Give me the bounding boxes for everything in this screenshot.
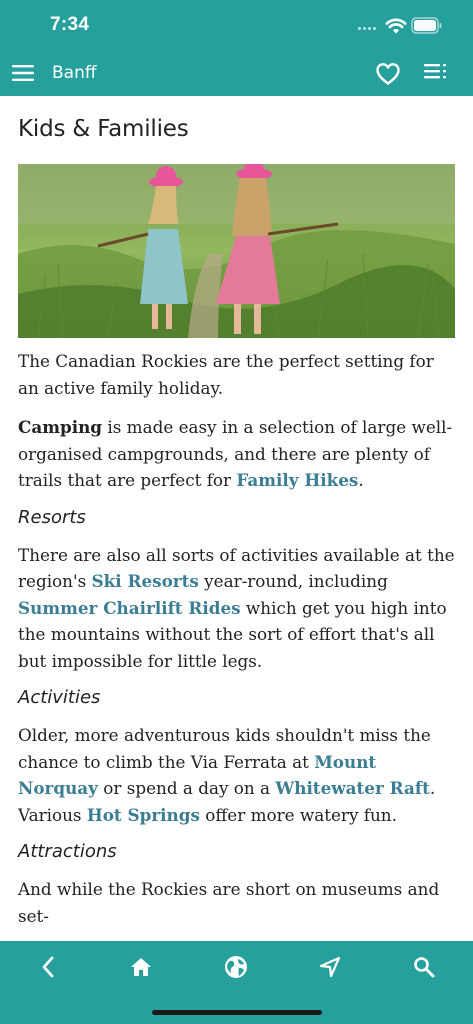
table-of-contents-button[interactable]: [424, 62, 452, 86]
resorts-heading: Resorts: [18, 506, 86, 528]
back-button[interactable]: [33, 952, 63, 982]
globe-icon: [225, 956, 247, 978]
list-icon: [424, 64, 446, 79]
cellular-signal-icon: [358, 27, 380, 33]
home-button[interactable]: [126, 952, 156, 982]
camping-paragraph: Camping is made easy in a selection of l…: [18, 414, 458, 494]
hero-image: [18, 164, 455, 338]
summer-chairlift-rides-link[interactable]: Summer Chairlift Rides: [18, 598, 241, 618]
nav-title: Banff: [52, 63, 97, 83]
favorite-button[interactable]: [374, 60, 402, 88]
hamburger-icon: [12, 65, 34, 81]
status-time: 7:34: [50, 14, 90, 35]
activities-paragraph: Older, more adventurous kids shouldn't m…: [18, 722, 458, 828]
battery-icon: [411, 17, 442, 34]
article-content[interactable]: Kids & Families The Canadian Rockies are…: [0, 96, 473, 941]
attractions-heading: Attractions: [18, 841, 117, 862]
menu-button[interactable]: [10, 60, 36, 86]
back-icon: [42, 956, 54, 978]
search-button[interactable]: [409, 952, 439, 982]
activities-heading: Activities: [18, 687, 101, 708]
map-button[interactable]: [221, 952, 251, 982]
navigate-icon: [319, 956, 341, 978]
page-title: Kids & Families: [18, 116, 189, 142]
search-icon: [414, 957, 435, 978]
camping-text-end: .: [358, 470, 364, 490]
wifi-icon: [385, 18, 407, 34]
top-bar: 7:34 Banff: [0, 0, 473, 96]
home-icon: [131, 958, 151, 976]
status-bar: 7:34: [0, 0, 473, 50]
home-indicator: [152, 1010, 322, 1015]
hot-springs-link[interactable]: Hot Springs: [87, 805, 200, 825]
attractions-paragraph: And while the Rockies are short on museu…: [18, 879, 440, 926]
nav-bar: Banff: [0, 50, 473, 96]
resorts-text-2: year-round, including: [198, 571, 388, 591]
whitewater-raft-link[interactable]: Whitewater Raft: [275, 778, 429, 798]
resorts-paragraph: There are also all sorts of activities a…: [18, 542, 458, 675]
ski-resorts-link[interactable]: Ski Resorts: [92, 571, 199, 591]
activities-text-2: or spend a day on a: [97, 778, 276, 798]
activities-text-4: offer more watery fun.: [199, 804, 397, 825]
article-body: The Canadian Rockies are the perfect set…: [18, 348, 458, 941]
camping-bold: Camping: [18, 417, 103, 437]
heart-icon: [376, 63, 400, 85]
bottom-toolbar: [0, 941, 473, 1024]
hero-photo: [18, 164, 455, 338]
intro-paragraph: The Canadian Rockies are the perfect set…: [18, 351, 434, 398]
navigate-button[interactable]: [315, 952, 345, 982]
family-hikes-link[interactable]: Family Hikes: [236, 470, 358, 490]
